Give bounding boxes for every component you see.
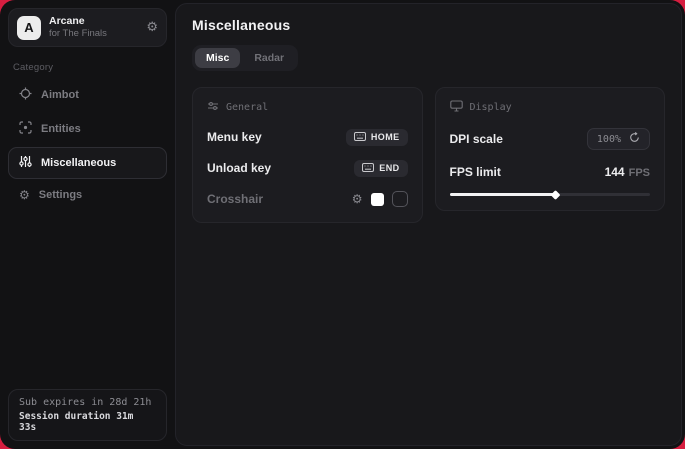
app-window: A Arcane for The Finals ⚙ Category Aimbo… (0, 0, 685, 449)
tab-misc[interactable]: Misc (195, 48, 240, 68)
session-duration-text: Session duration 31m 33s (19, 411, 156, 433)
dpi-scale-control[interactable]: 100% (587, 128, 650, 150)
sidebar: A Arcane for The Finals ⚙ Category Aimbo… (0, 0, 175, 449)
sidebar-nav: Aimbot Entities (8, 79, 167, 209)
menu-key-row: Menu key HOME (207, 128, 408, 146)
app-logo: A (17, 16, 41, 40)
app-title: Arcane (49, 15, 107, 28)
menu-key-value: HOME (371, 132, 400, 142)
gear-icon[interactable]: ⚙ (352, 193, 363, 205)
fps-slider-thumb[interactable] (550, 190, 560, 200)
page-title: Miscellaneous (192, 17, 665, 33)
keyboard-icon (354, 132, 366, 143)
sidebar-item-miscellaneous[interactable]: Miscellaneous (8, 147, 167, 179)
fps-limit-value: 144 FPS (605, 165, 650, 179)
app-title-block: Arcane for The Finals (49, 15, 107, 40)
gear-icon[interactable]: ⚙ (146, 21, 158, 34)
tab-radar[interactable]: Radar (243, 48, 295, 68)
fps-limit-label: FPS limit (450, 165, 501, 179)
sub-expiry-text: Sub expires in 28d 21h (19, 397, 156, 408)
refresh-icon (629, 132, 640, 146)
dpi-scale-row: DPI scale 100% (450, 128, 651, 150)
sidebar-item-settings[interactable]: ⚙ Settings (8, 181, 167, 209)
fps-slider-fill (450, 193, 556, 196)
crosshair-color-swatch[interactable] (371, 193, 384, 206)
sidebar-item-entities[interactable]: Entities (8, 113, 167, 145)
general-card-title: General (226, 102, 268, 113)
app-subtitle: for The Finals (49, 28, 107, 40)
general-card-header: General (207, 100, 408, 115)
display-card: Display DPI scale 100% (435, 87, 666, 211)
crosshair-controls: ⚙ (352, 191, 408, 207)
unload-key-button[interactable]: END (354, 160, 407, 177)
keyboard-icon (362, 163, 374, 174)
sliders-mini-icon (207, 100, 219, 115)
crosshair-label: Crosshair (207, 192, 263, 206)
monitor-icon (450, 100, 463, 115)
fps-unit: FPS (629, 167, 650, 179)
display-card-header: Display (450, 100, 651, 115)
dpi-scale-value: 100% (597, 134, 621, 145)
sidebar-item-label: Settings (39, 189, 82, 201)
dpi-scale-label: DPI scale (450, 132, 503, 146)
gear-icon: ⚙ (19, 189, 30, 201)
crosshair-checkbox[interactable] (392, 191, 408, 207)
sidebar-item-label: Miscellaneous (41, 157, 116, 169)
sliders-icon (19, 155, 32, 171)
fps-limit-slider[interactable] (450, 193, 651, 196)
crosshair-row: Crosshair ⚙ (207, 190, 408, 208)
subscription-info-card: Sub expires in 28d 21h Session duration … (8, 389, 167, 441)
tab-bar: Misc Radar (192, 45, 298, 71)
unload-key-label: Unload key (207, 161, 271, 175)
sidebar-item-label: Aimbot (41, 89, 79, 101)
display-card-title: Display (470, 102, 512, 113)
sidebar-item-aimbot[interactable]: Aimbot (8, 79, 167, 111)
fps-number: 144 (605, 165, 625, 179)
fps-limit-row: FPS limit 144 FPS (450, 163, 651, 181)
menu-key-button[interactable]: HOME (346, 129, 408, 146)
general-card: General Menu key (192, 87, 423, 223)
main-panel: Miscellaneous Misc Radar Gene (175, 3, 682, 446)
crosshair-icon (19, 87, 32, 103)
menu-key-label: Menu key (207, 130, 262, 144)
sidebar-item-label: Entities (41, 123, 81, 135)
category-label: Category (13, 62, 162, 73)
unload-key-value: END (379, 163, 399, 173)
settings-cards: General Menu key (192, 87, 665, 223)
scan-icon (19, 121, 32, 137)
unload-key-row: Unload key END (207, 159, 408, 177)
sidebar-header-card: A Arcane for The Finals ⚙ (8, 8, 167, 47)
